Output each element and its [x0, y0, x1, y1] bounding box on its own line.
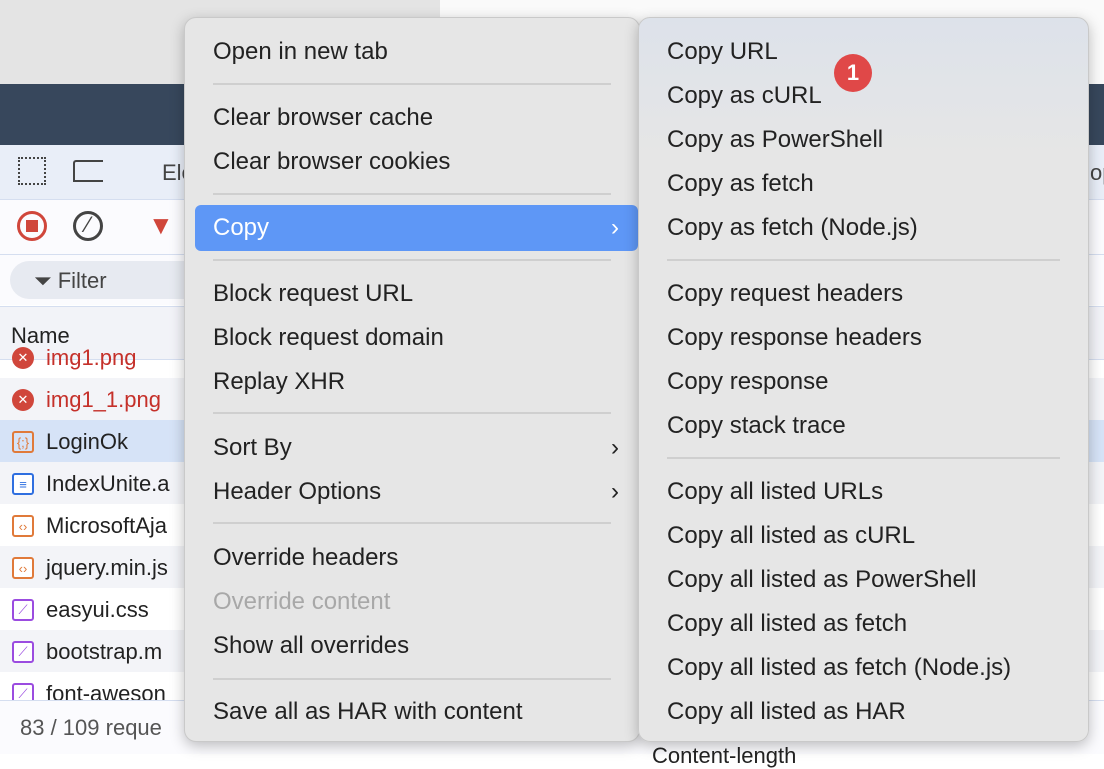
menu-item-copy-all-listed-as-fetch-node-js[interactable]: Copy all listed as fetch (Node.js) [667, 653, 1011, 683]
menu-separator [667, 259, 1060, 261]
device-toolbar-icon[interactable] [73, 160, 103, 182]
chevron-right-icon: › [611, 434, 619, 461]
menu-item-copy-as-fetch[interactable]: Copy as fetch [667, 169, 814, 199]
request-name: MicrosoftAja [46, 513, 168, 538]
filter-placeholder: Filter [57, 268, 107, 293]
menu-separator [213, 83, 611, 85]
chevron-right-icon: › [611, 214, 619, 241]
menu-item-copy-url[interactable]: Copy URL [667, 37, 778, 67]
script-icon: ‹› [12, 515, 34, 537]
menu-item-save-all-as-har-with-content[interactable]: Save all as HAR with content [213, 697, 522, 727]
menu-item-copy-as-powershell[interactable]: Copy as PowerShell [667, 125, 883, 155]
menu-item-copy-as-curl[interactable]: Copy as cURL [667, 81, 822, 111]
menu-item-copy-request-headers[interactable]: Copy request headers [667, 279, 903, 309]
menu-separator [213, 522, 611, 524]
record-stop-icon[interactable] [17, 211, 47, 241]
menu-item-copy-all-listed-as-har[interactable]: Copy all listed as HAR [667, 697, 906, 727]
content-length-partial: Content-length [652, 743, 797, 768]
tab-partial[interactable]: op [1090, 160, 1104, 186]
menu-item-sort-by[interactable]: Sort By [213, 433, 292, 463]
xhr-icon: {;} [12, 431, 34, 453]
menu-item-clear-browser-cookies[interactable]: Clear browser cookies [213, 147, 450, 177]
menu-separator [213, 193, 611, 195]
menu-item-copy-all-listed-as-powershell[interactable]: Copy all listed as PowerShell [667, 565, 976, 595]
menu-item-copy-all-listed-as-curl[interactable]: Copy all listed as cURL [667, 521, 915, 551]
clear-icon[interactable]: ⁄ [73, 211, 103, 241]
filter-icon: ⏷ [34, 268, 58, 293]
menu-item-open-in-new-tab[interactable]: Open in new tab [213, 37, 388, 67]
stylesheet-icon: ⟋ [12, 641, 34, 663]
menu-separator [213, 412, 611, 414]
error-icon: ✕ [12, 389, 34, 411]
menu-item-copy-all-listed-urls[interactable]: Copy all listed URLs [667, 477, 883, 507]
script-icon: ‹› [12, 557, 34, 579]
request-name: easyui.css [46, 597, 149, 622]
request-name: LoginOk [46, 429, 128, 454]
document-icon: ≡ [12, 473, 34, 495]
request-name: jquery.min.js [46, 555, 168, 580]
menu-item-show-all-overrides[interactable]: Show all overrides [213, 631, 409, 661]
menu-item-copy-response-headers[interactable]: Copy response headers [667, 323, 922, 353]
menu-item-copy-all-listed-as-fetch[interactable]: Copy all listed as fetch [667, 609, 907, 639]
menu-item-override-content: Override content [213, 588, 391, 615]
copy-submenu: Copy URL Copy as cURL Copy as PowerShell Co… [638, 17, 1089, 742]
error-icon: ✕ [12, 347, 34, 369]
menu-item-copy-as-fetch-node-js[interactable]: Copy as fetch (Node.js) [667, 213, 918, 243]
step-badge: 1 [834, 54, 872, 92]
request-name: bootstrap.m [46, 639, 163, 664]
request-name: IndexUnite.a [46, 471, 170, 496]
chevron-right-icon: › [611, 478, 619, 505]
menu-separator [213, 678, 611, 680]
menu-item-override-headers[interactable]: Override headers [213, 543, 398, 573]
menu-item-replay-xhr[interactable]: Replay XHR [213, 367, 345, 397]
stylesheet-icon: ⟋ [12, 599, 34, 621]
menu-item-block-request-domain[interactable]: Block request domain [213, 323, 444, 353]
menu-separator [213, 259, 611, 261]
request-name: img1_1.png [46, 387, 161, 412]
request-name: img1.png [46, 345, 137, 370]
inspect-element-icon[interactable] [18, 157, 46, 185]
menu-item-copy[interactable]: Copy [213, 213, 269, 243]
menu-item-header-options[interactable]: Header Options [213, 477, 381, 507]
menu-item-block-request-url[interactable]: Block request URL [213, 279, 413, 309]
menu-item-copy-stack-trace[interactable]: Copy stack trace [667, 411, 846, 441]
context-menu: Open in new tab Clear browser cache Clear … [184, 17, 640, 742]
filter-toggle-icon[interactable]: ▼ [148, 210, 174, 241]
menu-item-clear-browser-cache[interactable]: Clear browser cache [213, 103, 433, 133]
menu-separator [667, 457, 1060, 459]
menu-item-copy-response[interactable]: Copy response [667, 367, 828, 397]
